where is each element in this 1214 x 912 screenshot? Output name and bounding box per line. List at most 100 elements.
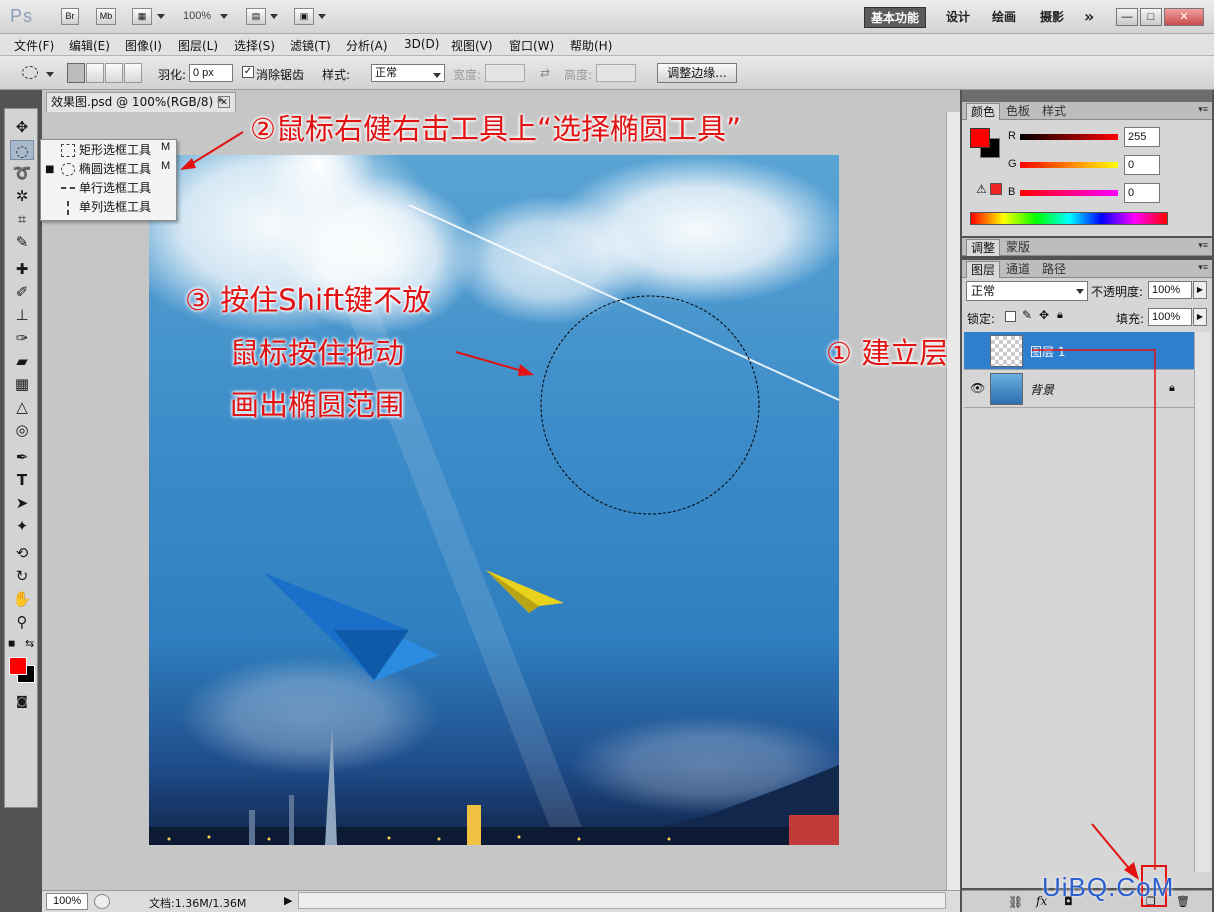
workspace-essentials[interactable]: 基本功能 [864,7,927,28]
crop-tool-icon[interactable]: ⌗ [10,209,34,229]
3d-orbit-tool-icon[interactable]: ↻ [10,566,34,586]
document-tab[interactable]: 效果图.psd @ 100%(RGB/8) * ✕ [46,92,236,112]
add-to-selection-icon[interactable] [86,63,104,83]
elliptical-marquee-tool-icon[interactable]: ◌ [10,140,34,160]
dodge-tool-icon[interactable]: ◎ [10,420,34,440]
type-tool-icon[interactable]: T [10,470,34,490]
quick-mask-icon[interactable]: ◙ [10,691,34,711]
close-icon[interactable]: ✕ [218,96,230,108]
subtract-from-selection-icon[interactable] [105,63,123,83]
lock-position-icon[interactable]: ✥ [1039,308,1049,322]
zoom-tool-icon[interactable]: ⚲ [10,612,34,632]
menu-view[interactable]: 视图(V) [451,37,493,54]
eye-icon[interactable]: 👁︎ [970,381,985,395]
antialias-checkbox[interactable]: ✓ [242,66,254,78]
swap-icon[interactable]: ⇄ [540,66,550,80]
flyout-item-rect-marquee[interactable]: 矩形选框工具 M [41,141,176,160]
view-extras-button[interactable]: ▦ [132,8,152,25]
screen-mode-button[interactable]: ▣ [294,8,314,25]
menu-select[interactable]: 选择(S) [234,37,275,54]
chevron-down-icon[interactable] [220,14,228,19]
image-canvas[interactable] [149,155,839,845]
flyout-item-single-col-marquee[interactable]: 单列选框工具 [41,198,176,217]
layers-scrollbar[interactable] [1194,332,1210,872]
tab-adjustments[interactable]: 调整 [966,239,1001,256]
history-brush-tool-icon[interactable]: ✑ [10,328,34,348]
layer-row-layer1[interactable]: 图层 1 [964,332,1194,370]
elliptical-marquee-preset-icon[interactable] [22,66,38,79]
chevron-down-icon[interactable] [270,14,278,19]
chevron-down-icon[interactable] [157,14,165,19]
blue-value-input[interactable]: 0 [1124,183,1160,203]
menu-3d[interactable]: 3D(D) [404,37,439,51]
tab-color[interactable]: 颜色 [966,103,1001,120]
blend-mode-select[interactable]: 正常 [966,281,1088,301]
color-ramp[interactable] [970,212,1168,225]
height-input[interactable] [596,64,636,82]
minimize-button[interactable]: — [1116,8,1138,26]
3d-rotate-tool-icon[interactable]: ⟲ [10,543,34,563]
menu-window[interactable]: 窗口(W) [509,37,554,54]
hand-tool-icon[interactable]: ✋ [10,589,34,609]
swap-colors-icon[interactable]: ⇆ [25,637,34,650]
flyout-item-single-row-marquee[interactable]: 单行选框工具 [41,179,176,198]
panel-menu-icon[interactable]: ▾≡ [1198,240,1208,251]
clone-stamp-tool-icon[interactable]: ⊥ [10,305,34,325]
blue-slider[interactable] [1020,190,1118,196]
workspace-design[interactable]: 设计 [940,7,976,28]
status-menu-arrow-icon[interactable]: ▶ [284,894,292,907]
fill-arrow-icon[interactable]: ▶ [1193,308,1207,326]
quick-selection-tool-icon[interactable]: ✲ [10,186,34,206]
feather-input[interactable]: 0 px [189,64,233,82]
default-colors-icon[interactable]: ◼ [8,639,15,649]
flyout-item-ellipse-marquee[interactable]: ■ 椭圆选框工具 M [41,160,176,179]
vertical-scrollbar[interactable] [946,112,960,890]
status-info-icon[interactable] [94,894,110,909]
opacity-input[interactable]: 100% [1148,281,1192,299]
blur-tool-icon[interactable]: △ [10,397,34,417]
close-button[interactable]: ✕ [1164,8,1204,26]
menu-filter[interactable]: 滤镜(T) [290,37,331,54]
tab-swatches[interactable]: 色板 [1002,103,1034,120]
refine-edge-button[interactable]: 调整边缘... [657,63,737,83]
tab-styles[interactable]: 样式 [1038,103,1070,120]
opacity-arrow-icon[interactable]: ▶ [1193,281,1207,299]
lock-pixels-icon[interactable]: ✎ [1022,308,1032,322]
eyedropper-tool-icon[interactable]: ✎ [10,232,34,252]
chevron-down-icon[interactable] [46,72,54,77]
mini-bridge-button[interactable]: Mb [96,8,116,25]
gradient-tool-icon[interactable]: ▦ [10,374,34,394]
width-input[interactable] [485,64,525,82]
shape-tool-icon[interactable]: ✦ [10,516,34,536]
new-selection-icon[interactable] [67,63,85,83]
fill-input[interactable]: 100% [1148,308,1192,326]
red-slider[interactable] [1020,134,1118,140]
move-tool-icon[interactable]: ✥ [10,117,34,137]
horizontal-scrollbar[interactable] [298,892,946,909]
panel-menu-icon[interactable]: ▾≡ [1198,104,1208,115]
red-value-input[interactable]: 255 [1124,127,1160,147]
gamut-color-swatch[interactable] [990,183,1002,195]
chevron-down-icon[interactable] [1076,289,1084,294]
panel-menu-icon[interactable]: ▾≡ [1198,262,1208,273]
pen-tool-icon[interactable]: ✒ [10,447,34,467]
foreground-color-swatch[interactable] [970,128,990,148]
chevron-down-icon[interactable] [318,14,326,19]
brush-tool-icon[interactable]: ✐ [10,282,34,302]
tab-masks[interactable]: 蒙版 [1002,239,1034,256]
menu-help[interactable]: 帮助(H) [570,37,612,54]
workspace-painting[interactable]: 绘画 [986,7,1022,28]
path-selection-tool-icon[interactable]: ➤ [10,493,34,513]
delete-layer-icon[interactable]: 🗑︎ [1176,895,1190,908]
menu-file[interactable]: 文件(F) [14,37,54,54]
tab-layers[interactable]: 图层 [966,261,1001,278]
menu-edit[interactable]: 编辑(E) [69,37,110,54]
foreground-color-swatch[interactable] [9,657,27,675]
chevron-down-icon[interactable] [433,73,441,78]
intersect-selection-icon[interactable] [124,63,142,83]
workspace-photography[interactable]: 摄影 [1034,7,1070,28]
zoom-level-select[interactable]: 100% [183,10,211,22]
lock-all-icon[interactable]: 🔒︎ [1057,308,1063,322]
green-value-input[interactable]: 0 [1124,155,1160,175]
healing-brush-tool-icon[interactable]: ✚ [10,259,34,279]
